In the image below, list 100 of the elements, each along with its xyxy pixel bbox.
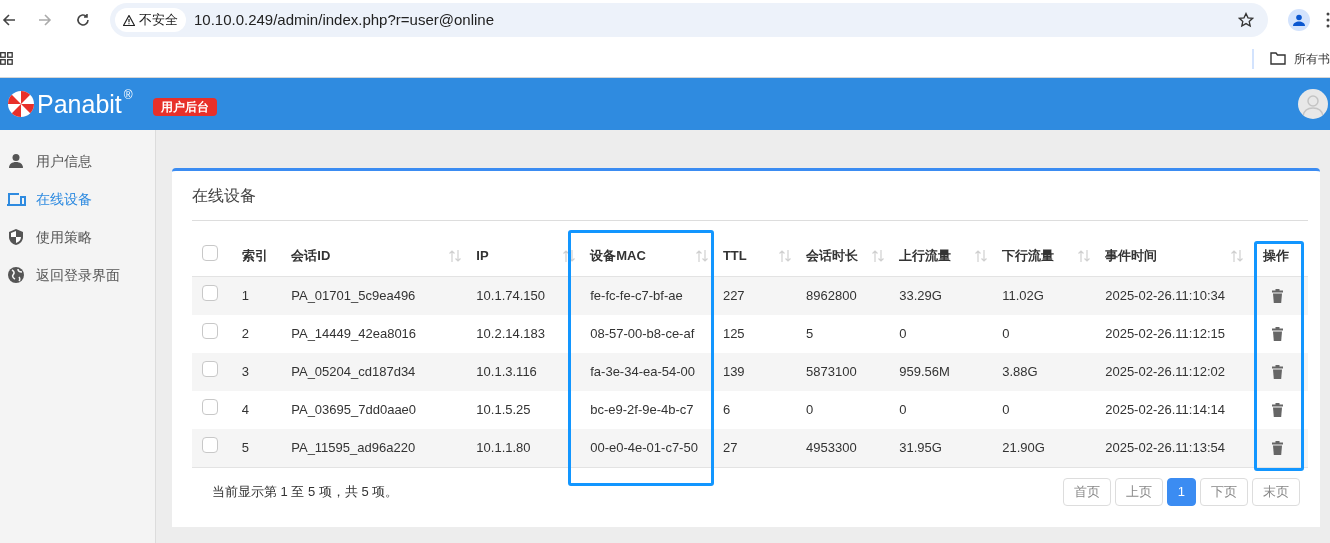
menu-icon[interactable]: [1326, 12, 1330, 28]
table-cell: 1: [241, 288, 249, 304]
star-icon[interactable]: [1238, 12, 1255, 28]
checkbox[interactable]: [202, 437, 218, 454]
table-cell: 33.29G: [899, 288, 942, 304]
trash-icon[interactable]: [1272, 441, 1284, 455]
checkbox[interactable]: [202, 323, 218, 340]
sidebar-item[interactable]: 用户信息: [0, 142, 155, 180]
table-cell: 8962800: [806, 288, 857, 304]
table-cell: 6: [722, 402, 731, 418]
table-cell: 2025-02-26.11:12:02: [1105, 364, 1225, 380]
table-cell: 4: [241, 402, 249, 418]
checkbox[interactable]: [202, 285, 218, 302]
sort-icon[interactable]: [871, 248, 886, 263]
table-cell: 5: [241, 440, 249, 456]
column-header[interactable]: 事件时间: [1105, 245, 1244, 266]
trash-icon[interactable]: [1272, 403, 1284, 417]
page-button[interactable]: 首页: [1062, 478, 1111, 506]
table-cell: 10.1.3.116: [476, 364, 537, 380]
table-cell: 0: [899, 402, 907, 418]
table-cell: 139: [722, 364, 745, 380]
profile-icon[interactable]: [1288, 9, 1311, 31]
warning-icon: [122, 14, 135, 26]
checkbox[interactable]: [202, 244, 218, 261]
table-cell: bc-e9-2f-9e-4b-c7: [590, 402, 694, 418]
table-cell: 10.1.1.80: [476, 440, 531, 456]
column-header[interactable]: 会话时长: [806, 245, 886, 266]
table-cell: 10.1.5.25: [476, 402, 531, 418]
column-header[interactable]: IP: [476, 245, 577, 266]
table-cell: 11.02G: [1002, 288, 1044, 304]
checkbox[interactable]: [202, 399, 218, 416]
table-cell: 2025-02-26.11:10:34: [1105, 288, 1225, 304]
sort-icon[interactable]: [1229, 248, 1244, 263]
table-cell: 08-57-00-b8-ce-af: [590, 326, 695, 342]
table-cell: 0: [1002, 326, 1010, 342]
table-cell: 2: [241, 326, 249, 342]
table-cell: PA_05204_cd187d34: [291, 364, 416, 380]
panel-title: 在线设备: [192, 171, 1308, 221]
sort-icon[interactable]: [1077, 248, 1092, 263]
table-cell: 31.95G: [899, 440, 942, 456]
sort-icon[interactable]: [694, 248, 709, 263]
devices-icon: [6, 191, 26, 207]
column-header[interactable]: 下行流量: [1002, 245, 1092, 266]
folder-icon: [1270, 52, 1286, 65]
checkbox[interactable]: [202, 361, 218, 378]
avatar-icon[interactable]: [1298, 89, 1328, 119]
brand-name: Panabit: [37, 91, 122, 117]
table-cell: 2025-02-26.11:13:54: [1105, 440, 1225, 456]
sort-icon[interactable]: [448, 248, 463, 263]
column-header: 操作: [1262, 246, 1289, 265]
page-button[interactable]: 末页: [1252, 478, 1300, 506]
column-header[interactable]: TTL: [722, 245, 793, 266]
table-cell: 3.88G: [1002, 364, 1038, 380]
table-cell: fe-fc-fe-c7-bf-ae: [590, 288, 683, 304]
sort-icon[interactable]: [562, 248, 577, 263]
page-button[interactable]: 上页: [1114, 478, 1163, 506]
page-button[interactable]: 下页: [1200, 478, 1248, 506]
table-cell: 227: [722, 288, 745, 304]
column-header[interactable]: 设备MAC: [590, 245, 709, 266]
summary-text: 当前显示第 1 至 5 项，共 5 项。: [212, 483, 399, 502]
user-icon: [8, 153, 24, 169]
table-cell: 0: [899, 326, 907, 342]
table-cell: PA_11595_ad96a220: [291, 440, 416, 456]
table-cell: 21.90G: [1002, 440, 1045, 456]
table-cell: fa-3e-34-ea-54-00: [590, 364, 696, 380]
security-chip[interactable]: 不安全: [114, 8, 186, 32]
shield-icon: [8, 228, 24, 246]
table-cell: 4953300: [806, 440, 857, 456]
table-cell: 0: [1002, 402, 1010, 418]
sort-icon[interactable]: [974, 248, 989, 263]
table-cell: 959.56M: [899, 364, 950, 380]
back-icon[interactable]: [2, 13, 16, 27]
sidebar-item[interactable]: 返回登录界面: [0, 256, 155, 294]
registered-mark: ®: [123, 87, 133, 104]
globe-icon: [7, 266, 25, 284]
table-cell: 10.2.14.183: [476, 326, 546, 342]
trash-icon[interactable]: [1272, 365, 1284, 379]
table-cell: 27: [722, 440, 738, 456]
table-cell: 0: [806, 402, 814, 418]
table-cell: PA_14449_42ea8016: [291, 326, 417, 342]
table-cell: 10.1.74.150: [476, 288, 546, 304]
reload-icon[interactable]: [75, 13, 90, 27]
bookmarks-folder[interactable]: 所有书: [1294, 49, 1330, 68]
column-header: 索引: [241, 246, 268, 265]
table-cell: PA_03695_7dd0aae0: [291, 402, 417, 418]
column-header[interactable]: 会话ID: [291, 245, 463, 266]
forward-icon[interactable]: [38, 13, 52, 27]
sidebar-item[interactable]: 使用策略: [0, 218, 155, 256]
trash-icon[interactable]: [1272, 327, 1284, 341]
table-cell: 125: [722, 326, 745, 342]
table-cell: 2025-02-26.11:12:15: [1105, 326, 1225, 342]
apps-icon[interactable]: [0, 52, 13, 65]
table-cell: 00-e0-4e-01-c7-50: [590, 440, 698, 456]
trash-icon[interactable]: [1272, 289, 1284, 303]
table-cell: PA_01701_5c9ea496: [291, 288, 416, 304]
table-cell: 5873100: [806, 364, 857, 380]
url-text: 10.10.0.249/admin/index.php?r=user@online: [193, 9, 494, 30]
sort-icon[interactable]: [778, 248, 793, 263]
address-bar[interactable]: 不安全 10.10.0.249/admin/index.php?r=user@online: [109, 3, 1269, 37]
column-header[interactable]: 上行流量: [899, 245, 989, 266]
